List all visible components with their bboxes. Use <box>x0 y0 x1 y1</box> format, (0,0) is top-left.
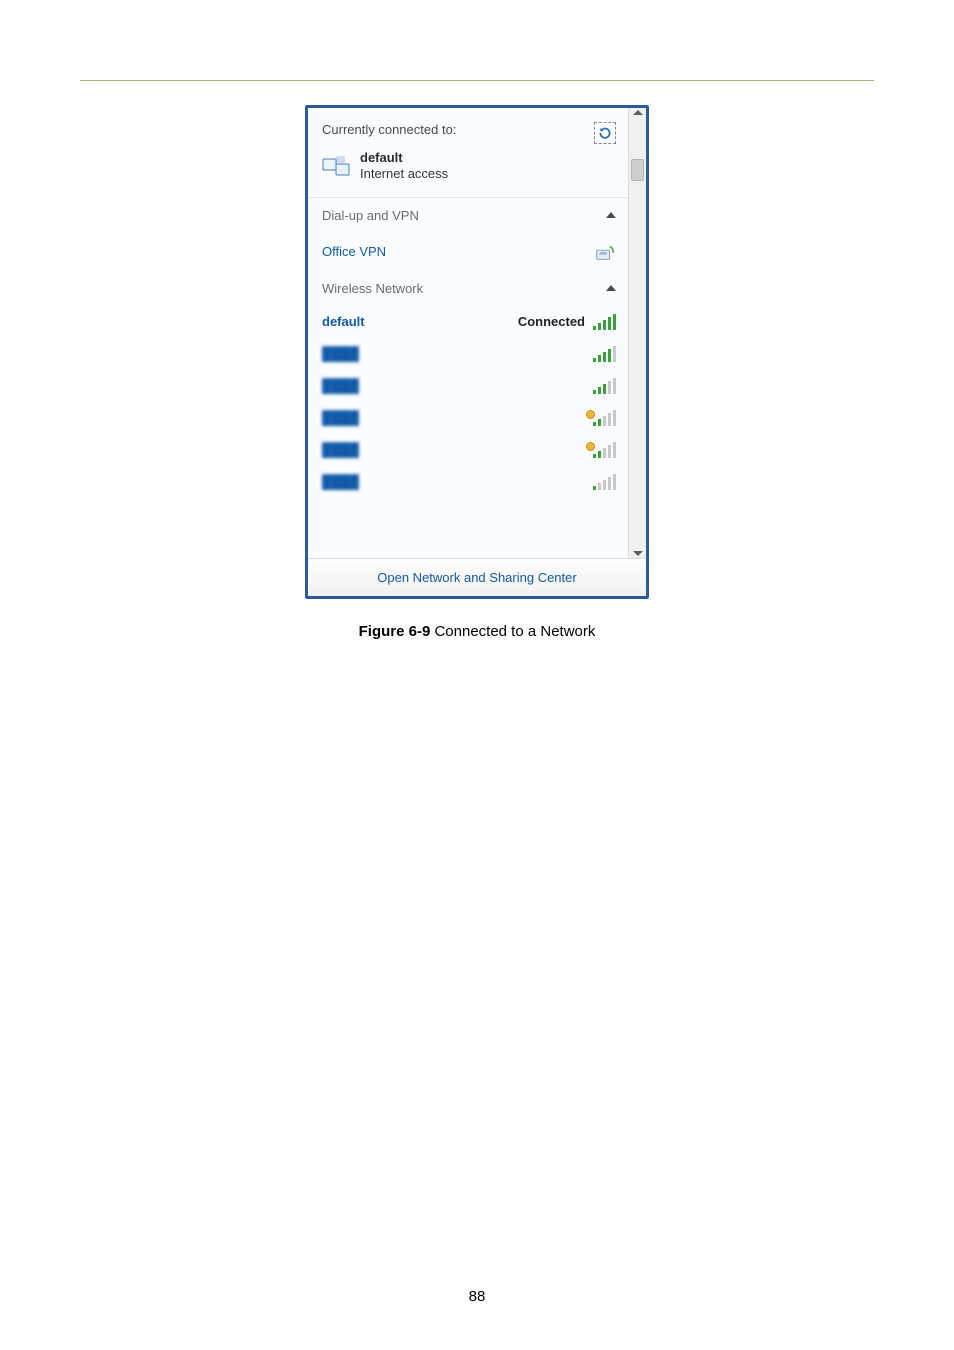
refresh-icon[interactable] <box>594 122 616 144</box>
dialup-vpn-label: Dial-up and VPN <box>322 208 419 223</box>
wifi-item-right: Connected <box>518 314 616 330</box>
wifi-item[interactable]: ████ <box>308 370 628 402</box>
vpn-item-office[interactable]: Office VPN <box>308 233 628 271</box>
signal-icon <box>593 442 616 458</box>
vpn-modem-icon <box>594 241 616 263</box>
wifi-item-right <box>586 442 616 458</box>
signal-icon <box>593 410 616 426</box>
chevron-up-icon <box>606 285 616 291</box>
network-icon <box>322 153 352 179</box>
connected-network-name: default <box>360 150 448 166</box>
vertical-scrollbar[interactable] <box>628 108 646 558</box>
wifi-item-right <box>593 346 616 362</box>
wifi-list: default Connected ████ ████ ████ ████ ████ <box>308 306 628 498</box>
network-flyout: Currently connected to: <box>305 105 649 599</box>
wifi-item-name: ████ <box>322 442 359 457</box>
open-sharing-center-label[interactable]: Open Network and Sharing Center <box>377 570 576 585</box>
scroll-track[interactable] <box>629 119 646 547</box>
page-top-rule <box>80 80 874 81</box>
wifi-item[interactable]: ████ <box>308 434 628 466</box>
wifi-item-right <box>593 474 616 490</box>
wifi-item[interactable]: default Connected <box>308 306 628 338</box>
wireless-label: Wireless Network <box>322 281 423 296</box>
wifi-item-name: default <box>322 314 365 329</box>
wifi-item-status: Connected <box>518 314 585 329</box>
page-number: 88 <box>0 1288 954 1305</box>
dialup-vpn-section-header[interactable]: Dial-up and VPN <box>308 198 628 233</box>
connected-network: default Internet access <box>322 150 616 193</box>
wifi-item[interactable]: ████ <box>308 402 628 434</box>
signal-icon <box>593 346 616 362</box>
wifi-item-right <box>586 410 616 426</box>
wifi-item-right <box>593 378 616 394</box>
signal-icon <box>593 378 616 394</box>
scroll-down-icon[interactable] <box>633 551 643 556</box>
currently-connected-section: Currently connected to: <box>308 108 628 197</box>
wifi-item[interactable]: ████ <box>308 338 628 370</box>
wireless-section-header[interactable]: Wireless Network <box>308 271 628 306</box>
figure-caption-label: Figure 6-9 <box>359 623 431 640</box>
signal-icon <box>593 314 616 330</box>
chevron-up-icon <box>606 212 616 218</box>
open-sharing-center-link[interactable]: Open Network and Sharing Center <box>308 558 646 596</box>
wifi-item-name: ████ <box>322 346 359 361</box>
currently-connected-label: Currently connected to: <box>322 122 456 137</box>
wifi-item[interactable]: ████ <box>308 466 628 498</box>
signal-icon <box>593 474 616 490</box>
scroll-thumb[interactable] <box>631 159 644 181</box>
scroll-up-icon[interactable] <box>633 110 643 115</box>
wifi-item-name: ████ <box>322 474 359 489</box>
figure-caption-text: Connected to a Network <box>430 623 595 640</box>
vpn-item-label: Office VPN <box>322 244 386 259</box>
connected-network-status: Internet access <box>360 166 448 182</box>
figure-caption: Figure 6-9 Connected to a Network <box>80 623 874 640</box>
wifi-item-name: ████ <box>322 378 359 393</box>
wifi-item-name: ████ <box>322 410 359 425</box>
